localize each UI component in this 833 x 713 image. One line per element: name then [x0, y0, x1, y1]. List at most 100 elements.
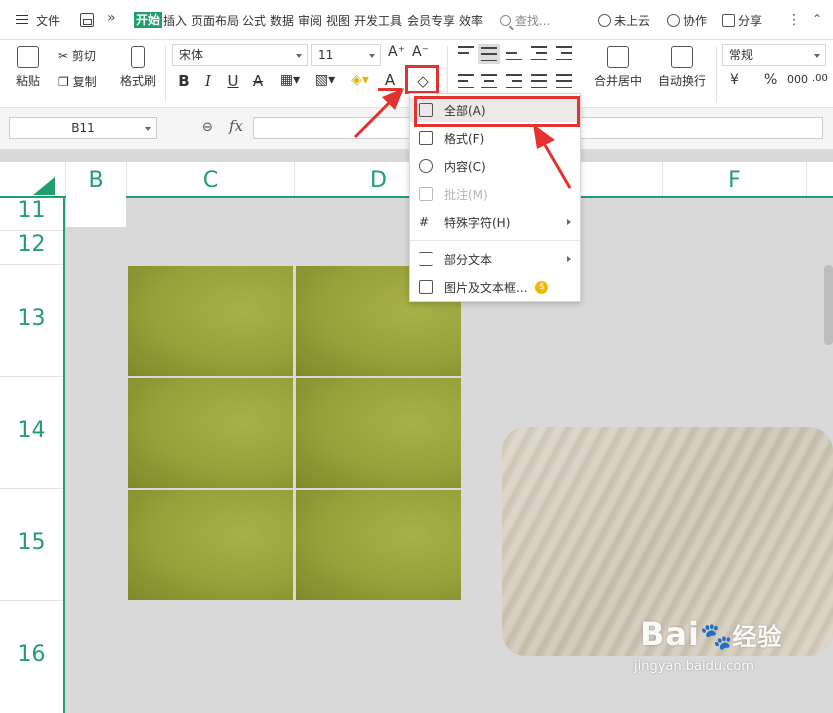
row-header-16[interactable]: 16 — [0, 642, 63, 667]
watermark-brand2: 经验 — [732, 623, 783, 651]
search-placeholder: 查找... — [515, 14, 551, 28]
watermark-url: jingyan.baidu.com — [634, 659, 754, 674]
clear-format-label: 格式(F) — [444, 131, 485, 146]
partial-text-item[interactable]: 部分文本 — [410, 247, 580, 271]
clear-format-item[interactable]: 格式(F) — [410, 126, 580, 150]
tab-review[interactable]: 审阅 — [298, 12, 322, 29]
wrap-label: 自动换行 — [657, 74, 706, 88]
collab-button[interactable]: 协作 — [667, 12, 707, 29]
strikethrough-button[interactable]: A — [249, 72, 267, 90]
image-tile[interactable] — [128, 378, 293, 488]
currency-button[interactable]: ¥ — [730, 72, 739, 88]
column-header-b[interactable]: B — [66, 168, 126, 193]
image-tile[interactable] — [128, 266, 293, 376]
align-left-icon[interactable] — [458, 74, 474, 88]
save-icon[interactable] — [80, 13, 94, 27]
search-box[interactable]: 查找... — [500, 12, 550, 29]
bold-button[interactable]: B — [175, 72, 193, 90]
row-header-14[interactable]: 14 — [0, 418, 63, 443]
tab-developer[interactable]: 开发工具 — [354, 12, 402, 29]
tab-efficiency[interactable]: 效率 — [459, 12, 483, 29]
align-middle-icon[interactable] — [478, 44, 500, 64]
collapse-ribbon-icon[interactable]: ⌃ — [812, 12, 822, 26]
merge-center-button[interactable]: 合并居中 — [588, 46, 648, 89]
special-char-label: 特殊字符(H) — [444, 215, 511, 230]
tab-insert[interactable]: 插入 — [163, 12, 187, 29]
image-tile[interactable] — [296, 490, 461, 600]
number-format-select[interactable]: 常规 — [722, 44, 826, 66]
italic-button[interactable]: I — [199, 72, 217, 90]
align-center-icon[interactable] — [481, 74, 497, 88]
grow-font-button[interactable]: A⁺ — [388, 44, 405, 60]
image-tile[interactable] — [128, 490, 293, 600]
merge-label: 合并居中 — [593, 74, 642, 88]
paste-button[interactable]: 粘贴 — [10, 46, 46, 89]
tab-member[interactable]: 会员专享 — [407, 12, 455, 29]
vertical-scrollbar[interactable] — [824, 265, 833, 345]
column-header-f[interactable]: F — [663, 168, 806, 193]
decimal-button[interactable]: .00 — [812, 73, 828, 84]
fx-button[interactable]: fx — [229, 117, 243, 135]
font-name-select[interactable]: 宋体 — [172, 44, 308, 66]
menu-divider — [410, 240, 580, 241]
picture-textbox-label: 图片及文本框... — [444, 280, 528, 295]
hamburger-icon[interactable] — [16, 15, 28, 24]
align-top-icon[interactable] — [458, 46, 474, 60]
paste-label: 粘贴 — [15, 74, 40, 88]
indent-decrease-icon[interactable] — [531, 46, 547, 60]
more-options-icon[interactable]: ⋮ — [787, 12, 801, 28]
submenu-arrow-icon — [567, 256, 571, 262]
clear-comment-icon — [419, 187, 433, 201]
align-right-icon[interactable] — [506, 74, 522, 88]
copy-label: 复制 — [72, 75, 97, 89]
column-header-c[interactable]: C — [127, 168, 294, 193]
cloud-label: 未上云 — [614, 14, 651, 28]
file-menu[interactable]: 文件 — [36, 12, 60, 29]
thousands-button[interactable]: 000 — [787, 73, 808, 86]
tab-formulas[interactable]: 公式 — [242, 12, 266, 29]
image-tile[interactable] — [296, 378, 461, 488]
shrink-font-button[interactable]: A⁻ — [412, 44, 429, 60]
copy-button[interactable]: ❐ 复制 — [58, 73, 97, 90]
font-color-button[interactable]: A — [378, 72, 402, 91]
format-painter-label: 格式刷 — [119, 74, 156, 88]
row-header-12[interactable]: 12 — [0, 232, 63, 257]
underline-button[interactable]: U — [224, 72, 242, 90]
name-box[interactable]: B11 — [9, 117, 157, 139]
brush-icon — [131, 46, 145, 68]
clear-content-item[interactable]: 内容(C) — [410, 154, 580, 178]
select-all-corner[interactable] — [33, 177, 55, 195]
partial-text-label: 部分文本 — [444, 252, 493, 267]
collab-label: 协作 — [683, 14, 708, 28]
divider — [716, 46, 717, 102]
format-painter-button[interactable]: 格式刷 — [118, 46, 158, 89]
justify-icon[interactable] — [531, 74, 547, 88]
fill-pattern-icon[interactable]: ▧▾ — [310, 72, 340, 88]
zoom-icon[interactable]: ⊖ — [202, 120, 213, 135]
paw-icon: 🐾 — [699, 622, 733, 652]
more-tabs-icon[interactable]: » — [107, 10, 116, 26]
indent-increase-icon[interactable] — [556, 46, 572, 60]
distributed-icon[interactable] — [556, 74, 572, 88]
borders-icon[interactable]: ▦▾ — [275, 72, 305, 88]
tab-page-layout[interactable]: 页面布局 — [191, 12, 239, 29]
row-header-13[interactable]: 13 — [0, 306, 63, 331]
picture-textbox-item[interactable]: 图片及文本框... $ — [410, 275, 580, 299]
share-button[interactable]: 分享 — [722, 12, 762, 29]
special-char-item[interactable]: # 特殊字符(H) — [410, 210, 580, 234]
row-header-11[interactable]: 11 — [0, 198, 63, 223]
tab-home[interactable]: 开始 — [134, 12, 163, 28]
percent-button[interactable]: % — [764, 72, 777, 88]
fill-color-icon[interactable]: ◈▾ — [345, 72, 375, 88]
cut-button[interactable]: ✂ 剪切 — [58, 47, 96, 64]
align-bottom-icon[interactable] — [506, 46, 522, 60]
font-size-select[interactable]: 11 — [311, 44, 381, 66]
cloud-status[interactable]: 未上云 — [598, 12, 650, 29]
row-header-15[interactable]: 15 — [0, 530, 63, 555]
active-cell-b11[interactable] — [66, 193, 126, 227]
tab-view[interactable]: 视图 — [326, 12, 350, 29]
wrap-text-button[interactable]: 自动换行 — [654, 46, 710, 89]
tab-data[interactable]: 数据 — [270, 12, 294, 29]
divider — [165, 46, 166, 102]
clear-format-icon — [419, 131, 433, 145]
